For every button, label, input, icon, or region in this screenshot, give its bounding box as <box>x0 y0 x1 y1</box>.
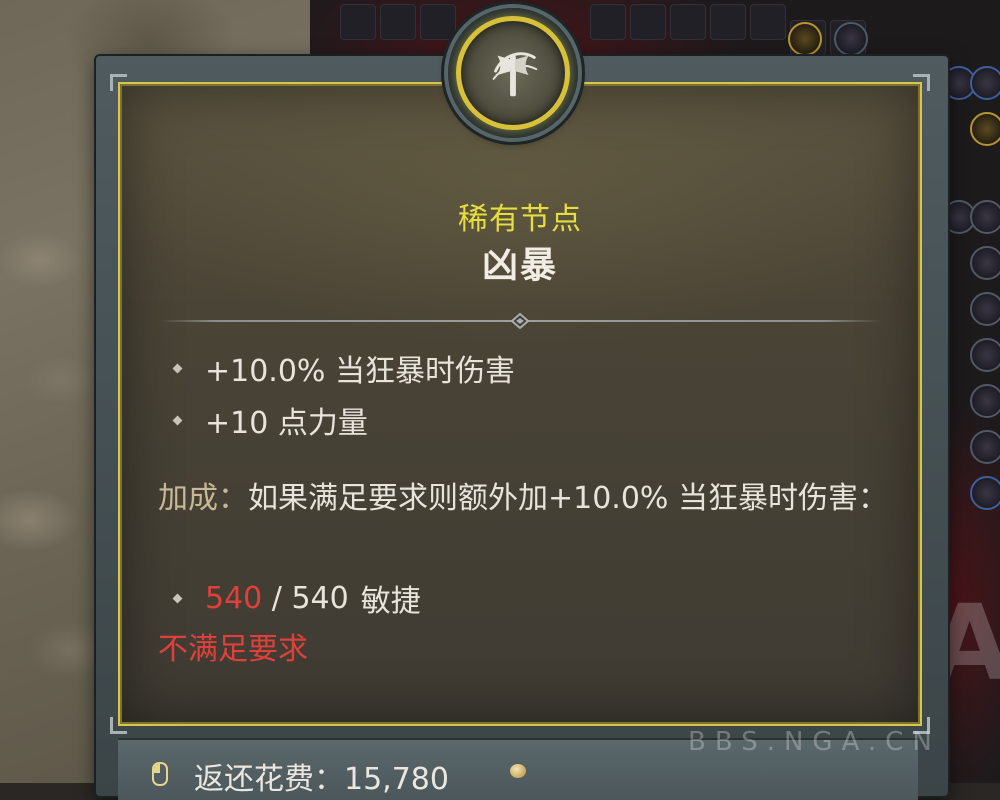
frame-corner <box>110 717 127 734</box>
board-node-icon[interactable] <box>970 200 1000 234</box>
board-cell <box>630 4 666 40</box>
emblem-ring <box>456 16 570 130</box>
board-cell <box>670 4 706 40</box>
board-node-icon[interactable] <box>970 338 1000 372</box>
mouse-icon <box>152 762 168 786</box>
requirement-attribute: 敏捷 <box>360 584 421 619</box>
node-title: 凶暴 <box>481 244 558 286</box>
frame-corner <box>110 74 127 91</box>
board-node-icon[interactable] <box>970 476 1000 510</box>
refund-label: 返还花费： <box>194 762 344 797</box>
tooltip-body: 稀有节点 凶暴 +10.0% 当狂暴时伤害 +10 点力量 加成：如果满足要求则… <box>110 74 930 734</box>
requirement-total: 540 <box>291 580 349 616</box>
stat-text: +10.0% 当狂暴时伤害 <box>205 354 515 389</box>
legendary-node-icon[interactable] <box>788 22 822 56</box>
requirement-line: 540 / 540 敏捷 <box>172 576 421 620</box>
bonus-description: 如果满足要求则额外加+10.0% 当狂暴时伤害： <box>248 481 888 516</box>
board-node-icon[interactable] <box>970 384 1000 418</box>
board-cell <box>340 4 376 40</box>
board-node-icon[interactable] <box>970 430 1000 464</box>
refund-cost-text: 返还花费：15,780 <box>194 754 449 798</box>
requirement-current: 540 <box>205 580 263 616</box>
stat-line: +10 点力量 <box>172 398 368 442</box>
requirement-unmet-warning: 不满足要求 <box>158 632 308 667</box>
board-cell <box>750 4 786 40</box>
watermark-site: BBS.NGA.CN <box>688 727 941 757</box>
axe-icon <box>492 52 538 97</box>
bonus-label: 加成： <box>158 481 248 516</box>
stat-text: +10 点力量 <box>205 406 368 441</box>
board-cell <box>380 4 416 40</box>
requirement-separator: / <box>262 580 292 616</box>
board-node-icon[interactable] <box>970 292 1000 326</box>
board-cell <box>710 4 746 40</box>
rarity-label: 稀有节点 <box>458 202 582 237</box>
board-cell <box>590 4 626 40</box>
divider-ornament-icon <box>510 313 530 329</box>
node-emblem <box>448 8 578 138</box>
board-node-icon[interactable] <box>834 22 868 56</box>
node-tooltip: 稀有节点 凶暴 +10.0% 当狂暴时伤害 +10 点力量 加成：如果满足要求则… <box>96 8 948 800</box>
board-node-icon[interactable] <box>970 112 1000 146</box>
frame-corner <box>913 74 930 91</box>
board-cell <box>420 4 456 40</box>
refund-amount: 15,780 <box>344 762 449 797</box>
gold-icon <box>510 764 526 778</box>
bullet-icon <box>172 593 183 603</box>
bullet-icon <box>172 363 183 373</box>
board-node-icon[interactable] <box>970 246 1000 280</box>
stat-line: +10.0% 当狂暴时伤害 <box>172 346 515 390</box>
bullet-icon <box>172 415 183 425</box>
board-node-icon[interactable] <box>970 66 1000 100</box>
bonus-text: 加成：如果满足要求则额外加+10.0% 当狂暴时伤害： <box>158 476 888 522</box>
